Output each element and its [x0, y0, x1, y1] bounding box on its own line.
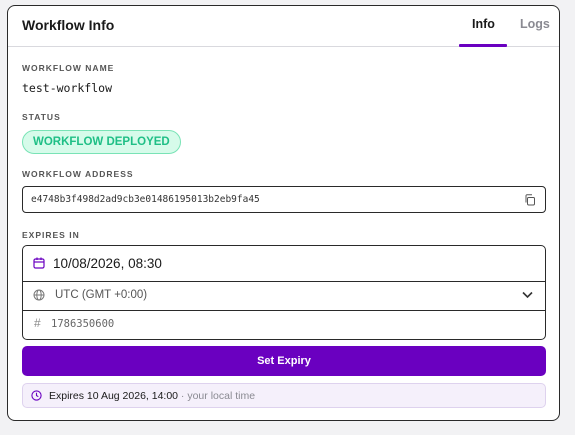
globe-icon — [33, 289, 45, 301]
expires-note-main: Expires 10 Aug 2026, 14:00 — [49, 390, 179, 402]
timezone-value: UTC (GMT +0:00) — [55, 289, 148, 301]
copy-icon[interactable] — [524, 194, 536, 206]
chevron-down-icon[interactable] — [522, 291, 533, 299]
tab-info[interactable]: Info — [472, 17, 495, 31]
clock-icon — [31, 390, 42, 401]
epoch-input[interactable]: # 1786350600 — [23, 310, 545, 339]
panel-header: Workflow Info Info Logs — [8, 6, 559, 47]
calendar-icon — [33, 257, 45, 269]
status-label: STATUS — [22, 112, 61, 122]
workflow-info-panel: Workflow Info Info Logs WORKFLOW NAME te… — [7, 5, 560, 421]
workflow-name-label: WORKFLOW NAME — [22, 63, 115, 73]
timezone-select[interactable]: UTC (GMT +0:00) — [23, 281, 545, 311]
expires-note: Expires 10 Aug 2026, 14:00 · your local … — [22, 383, 546, 408]
workflow-address-field: e4748b3f498d2ad9cb3e01486195013b2eb9fa45 — [22, 186, 546, 213]
datetime-input[interactable]: 10/08/2026, 08:30 — [23, 246, 545, 282]
active-tab-indicator — [459, 44, 507, 47]
datetime-value: 10/08/2026, 08:30 — [53, 256, 162, 271]
workflow-address-value: e4748b3f498d2ad9cb3e01486195013b2eb9fa45 — [31, 194, 260, 205]
panel-title: Workflow Info — [22, 17, 115, 33]
workflow-address-label: WORKFLOW ADDRESS — [22, 169, 134, 179]
workflow-name-value: test-workflow — [22, 81, 113, 95]
expires-note-text: Expires 10 Aug 2026, 14:00 · your local … — [49, 390, 255, 402]
expiry-input-group: 10/08/2026, 08:30 UTC (GMT +0:00) # 1786… — [22, 245, 546, 340]
expires-note-suffix: · your local time — [178, 390, 256, 402]
tab-logs[interactable]: Logs — [520, 17, 550, 31]
status-badge: WORKFLOW DEPLOYED — [22, 130, 181, 154]
epoch-value: 1786350600 — [51, 318, 115, 330]
hash-icon: # — [34, 316, 41, 330]
set-expiry-button[interactable]: Set Expiry — [22, 346, 546, 376]
expires-in-label: EXPIRES IN — [22, 230, 80, 240]
